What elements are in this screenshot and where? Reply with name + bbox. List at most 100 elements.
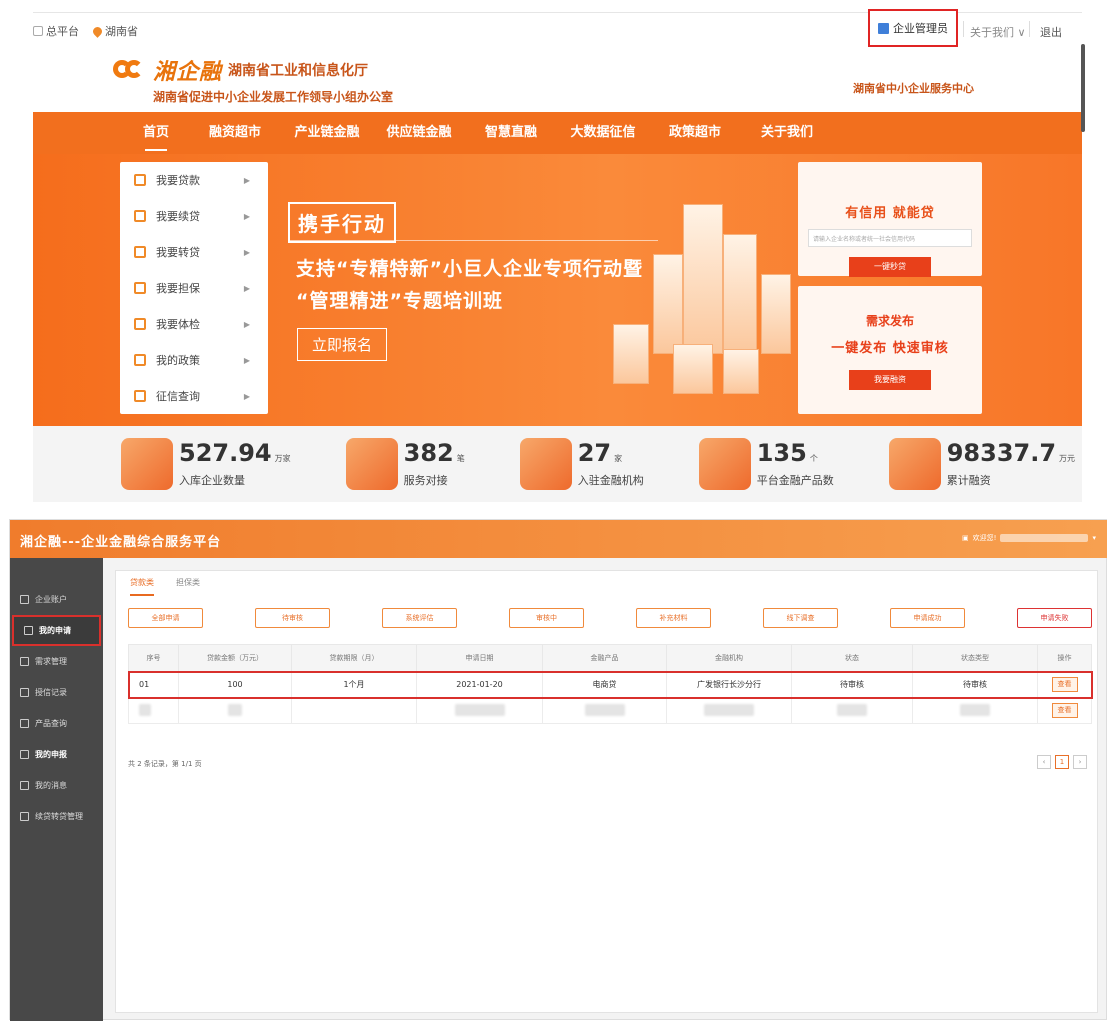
stat-enterprises: 527.94 万家 入库企业数量 — [121, 438, 291, 490]
sidebar-item-renewal[interactable]: 续贷转贷管理 — [10, 801, 103, 832]
view-button[interactable]: 查看 — [1051, 677, 1078, 692]
menu-item-checkup[interactable]: 我要体检 ▶ — [120, 306, 268, 342]
menu-item-loan[interactable]: 我要贷款 ▶ — [120, 162, 268, 198]
user-icon: ▣ — [962, 534, 969, 542]
cell-term: 1个月 — [291, 671, 417, 698]
arrow-right-icon: ▶ — [243, 355, 250, 365]
applications-panel: 贷款类 担保类 全部申请 待审核 系统评估 审核中 补充材料 线下调查 申请成功… — [115, 570, 1098, 1013]
user-icon — [20, 595, 29, 604]
credit-icon — [134, 390, 146, 402]
nav-item-supply-chain[interactable]: 供应链金融 — [373, 113, 465, 153]
banner-tag: 携手行动 — [288, 202, 396, 243]
site-logo[interactable]: 湘企融 湖南省工业和信息化厅 — [113, 54, 368, 86]
filter-success[interactable]: 申请成功 — [890, 608, 965, 628]
nav-item-direct-finance[interactable]: 智慧直融 — [465, 113, 557, 153]
cell-bank — [666, 697, 792, 724]
table-row[interactable]: 01 100 1个月 2021-01-20 电商贷 广发银行长沙分行 待审核 待… — [127, 670, 1093, 699]
sidebar-item-credit-records[interactable]: 授信记录 — [10, 677, 103, 708]
filter-pending[interactable]: 待审核 — [255, 608, 330, 628]
enterprise-admin-button[interactable]: 企业管理员 — [868, 9, 958, 47]
col-bank: 金融机构 — [666, 644, 792, 672]
bar-columns-icon — [698, 438, 751, 490]
sidebar-item-account[interactable]: 企业账户 — [10, 584, 103, 615]
menu-item-transfer[interactable]: 我要转贷 ▶ — [120, 234, 268, 270]
nav-item-finance-market[interactable]: 融资超市 — [189, 113, 281, 153]
top-bar: 总平台 湖南省 企业管理员 关于我们 ∨ 退出 — [33, 9, 1082, 47]
mail-icon — [20, 781, 29, 790]
warehouse-icon — [121, 438, 173, 490]
demand-publish-subtitle: 一键发布 快速审核 — [831, 341, 949, 356]
prev-page-button[interactable]: ‹ — [1037, 755, 1051, 769]
filter-all[interactable]: 全部申请 — [128, 608, 203, 628]
cell-status — [791, 697, 913, 724]
one-click-loan-button[interactable]: 一键秒贷 — [849, 257, 931, 277]
sidebar-item-product-query[interactable]: 产品查询 — [10, 708, 103, 739]
col-date: 申请日期 — [416, 644, 543, 672]
sidebar-item-my-applications[interactable]: 我的申请 — [12, 615, 101, 646]
cell-no: 01 — [128, 671, 179, 698]
filter-system-eval[interactable]: 系统评估 — [382, 608, 457, 628]
nav-item-industry-chain[interactable]: 产业链金融 — [281, 113, 373, 153]
col-no: 序号 — [128, 644, 179, 672]
checkup-icon — [134, 318, 146, 330]
cell-action: 查看 — [1037, 671, 1092, 698]
menu-item-credit-query[interactable]: 征信查询 ▶ — [120, 378, 268, 414]
sidebar-item-messages[interactable]: 我的消息 — [10, 770, 103, 801]
org-subtitle: 湖南省促进中小企业发展工作领导小组办公室 — [153, 90, 394, 104]
table-row[interactable]: 查看 — [128, 697, 1092, 724]
col-amount[interactable]: 贷款金额（万元） — [178, 644, 292, 672]
nav-item-credit[interactable]: 大数据征信 — [557, 113, 649, 153]
location-pin-icon — [91, 24, 104, 38]
quick-loan-title: 有信用 就能贷 — [845, 206, 935, 221]
tab-loan[interactable]: 贷款类 — [130, 577, 154, 596]
about-us-dropdown[interactable]: 关于我们 ∨ — [970, 24, 1026, 40]
arrow-right-icon: ▶ — [243, 391, 250, 401]
sidebar: 企业账户 我的申请 需求管理 授信记录 产品查询 我的申报 我的消息 续贷转贷管… — [10, 558, 103, 1021]
cell-date — [416, 697, 543, 724]
col-action: 操作 — [1037, 644, 1092, 672]
arrow-right-icon: ▶ — [243, 319, 250, 329]
record-count: 共 2 条记录，第 1/1 页 — [128, 760, 202, 768]
col-status: 状态 — [791, 644, 913, 672]
register-now-button[interactable]: 立即报名 — [297, 328, 388, 361]
puzzle-icon — [345, 438, 398, 490]
col-product: 金融产品 — [542, 644, 667, 672]
nav-item-policy[interactable]: 政策超市 — [649, 113, 741, 153]
loan-icon — [134, 174, 146, 186]
menu-item-renew[interactable]: 我要续贷 ▶ — [120, 198, 268, 234]
tab-guarantee[interactable]: 担保类 — [176, 577, 200, 596]
app-title: 湘企融---企业金融综合服务平台 — [20, 535, 222, 550]
province-selector[interactable]: 湖南省 — [91, 23, 138, 39]
divider — [1029, 21, 1030, 37]
org-name: 湖南省工业和信息化厅 — [228, 63, 369, 79]
cell-status: 待审核 — [791, 671, 913, 698]
arrow-right-icon: ▶ — [243, 211, 250, 221]
portal-site: 总平台 湖南省 企业管理员 关于我们 ∨ 退出 湘企融 湖南省工业和信息化厅 湖… — [33, 0, 1082, 502]
page-number[interactable]: 1 — [1055, 755, 1069, 769]
platform-link[interactable]: 总平台 — [33, 23, 79, 39]
filter-offline-survey[interactable]: 线下调查 — [763, 608, 838, 628]
transfer-icon — [134, 246, 146, 258]
apply-financing-button[interactable]: 我要融资 — [849, 370, 931, 390]
sidebar-item-declarations[interactable]: 我的申报 — [10, 739, 103, 770]
logout-link[interactable]: 退出 — [1040, 24, 1062, 40]
next-page-button[interactable]: › — [1073, 755, 1087, 769]
document-icon — [20, 657, 29, 666]
view-button[interactable]: 查看 — [1051, 703, 1078, 718]
nav-item-about[interactable]: 关于我们 — [741, 113, 833, 153]
menu-item-policy[interactable]: 我的政策 ▶ — [120, 342, 268, 378]
guarantee-icon — [134, 282, 146, 294]
filter-supplement[interactable]: 补充材料 — [636, 608, 711, 628]
cell-product — [542, 697, 667, 724]
logo-icon — [113, 58, 147, 82]
filter-reviewing[interactable]: 审核中 — [509, 608, 584, 628]
company-search-input[interactable]: 请输入企业名称或者统一社会信用代码 — [808, 229, 972, 247]
sidebar-item-demand[interactable]: 需求管理 — [10, 646, 103, 677]
user-menu[interactable]: ▣ 欢迎您! ▾ — [962, 533, 1096, 543]
table-header: 序号 贷款金额（万元） 贷款期限（月） 申请日期 金融产品 金融机构 状态 状态… — [128, 644, 1092, 672]
filter-failed[interactable]: 申请失败 — [1017, 608, 1092, 628]
stat-institutions: 27 家入驻金融机构 — [519, 438, 644, 490]
menu-item-guarantee[interactable]: 我要担保 ▶ — [120, 270, 268, 306]
nav-item-home[interactable]: 首页 — [123, 113, 189, 153]
page-scrollbar[interactable] — [1081, 44, 1085, 132]
